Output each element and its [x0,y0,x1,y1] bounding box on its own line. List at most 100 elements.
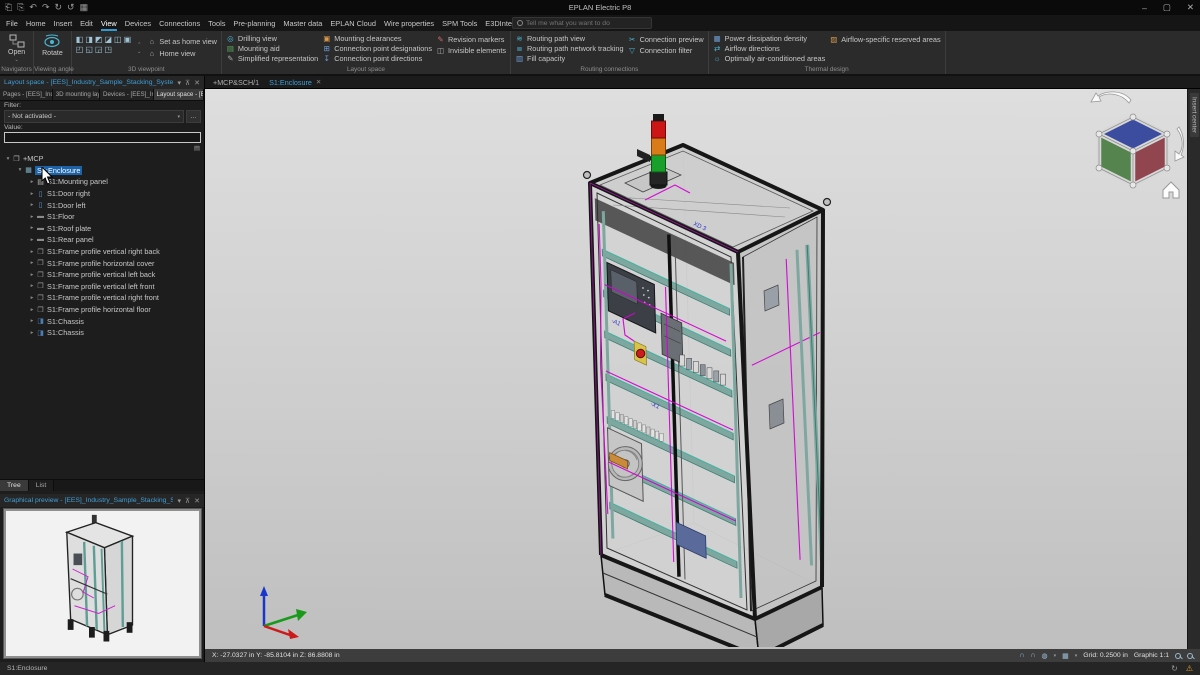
caret-collapsed-icon[interactable]: ▸ [28,237,36,243]
tree-root-mcp[interactable]: ▾ ❒ +MCP [0,153,204,165]
viewpoint-icon-3[interactable]: ◩ [95,35,103,44]
tree-item-floor[interactable]: ▸ ▬ S1:Floor [0,211,204,223]
home-view-button[interactable]: ⌂ Home view [147,48,217,58]
tree-item-rear-panel[interactable]: ▸ ▬ S1:Rear panel [0,234,204,246]
viewpoint-icon-9[interactable]: ◲ [95,45,103,54]
menu-insert[interactable]: Insert [50,15,76,31]
caret-expanded-icon[interactable]: ▾ [16,167,24,173]
mounting-aid-button[interactable]: ▤ Mounting aid [226,44,318,53]
menu-spm-tools[interactable]: SPM Tools [438,15,481,31]
menu-view[interactable]: View [97,15,121,31]
connection-point-directions-button[interactable]: ↧ Connection point directions [322,54,432,63]
snap-icon[interactable]: ∩ [1019,652,1024,659]
menu-pre-planning[interactable]: Pre-planning [229,15,279,31]
caret-collapsed-icon[interactable]: ▸ [28,283,36,289]
simplified-representation-button[interactable]: ✎ Simplified representation [226,54,318,63]
caret-collapsed-icon[interactable]: ▸ [28,318,36,324]
airflow-specific-reserved-areas-button[interactable]: ▨ Airflow-specific reserved areas [829,34,940,44]
connection-preview-button[interactable]: ✂ Connection preview [628,34,704,44]
tree-item-door-left[interactable]: ▸ ▯ S1:Door left [0,199,204,211]
grid-size-value[interactable]: Grid: 0.2500 in [1083,652,1128,659]
graphic-scale-value[interactable]: Graphic 1:1 [1134,652,1169,659]
menu-file[interactable]: File [2,15,22,31]
menu-home[interactable]: Home [22,15,50,31]
tab-tree[interactable]: Tree [0,480,29,491]
tab-layout-space-group[interactable]: +MCP&SCH/1 [213,78,259,87]
rotate-button[interactable]: Rotate [38,34,67,63]
viewpoint-icon-7[interactable]: ◰ [76,45,84,54]
viewpoint-icon-4[interactable]: ◪ [104,35,112,44]
tree-item-chassis[interactable]: ▸ ◨ S1:Chassis [0,315,204,327]
tab-list[interactable]: List [29,480,55,491]
menu-devices[interactable]: Devices [121,15,155,31]
tab-pages[interactable]: Pages - [EES]_Ind... [0,89,53,100]
menu-tools[interactable]: Tools [204,15,229,31]
drilling-view-button[interactable]: ◎ Drilling view [226,34,318,43]
invisible-elements-button[interactable]: ◫ Invisible elements [436,45,506,55]
connection-point-designations-button[interactable]: ⊞ Connection point designations [322,44,432,53]
caret-collapsed-icon[interactable]: ▸ [28,202,36,208]
viewpoint-icon-8[interactable]: ◱ [85,45,93,54]
maximize-button[interactable]: ▢ [1163,2,1171,13]
viewpoint-icon-1[interactable]: ◧ [76,35,84,44]
tree-item-mounting-panel[interactable]: ▸ ▤ S1:Mounting panel [0,176,204,188]
tree-item-door-right[interactable]: ▸ ▯ S1:Door right [0,188,204,200]
insert-center-tab[interactable]: Insert center [1190,93,1199,137]
filter-browse-button[interactable]: ... [186,110,201,123]
fill-capacity-button[interactable]: ▥ Fill capacity [515,54,624,63]
object-snap-icon[interactable]: ∩ [1030,652,1035,659]
revision-markers-button[interactable]: ✎ Revision markers [436,34,506,44]
panel-pin-icon[interactable]: ⊼ [185,79,190,87]
viewpoint-icon-2[interactable]: ◨ [85,35,93,44]
panel-dropdown-icon[interactable]: ▾ [177,497,181,505]
caret-collapsed-icon[interactable]: ▸ [28,260,36,266]
viewpoint-icon-10[interactable]: ◳ [104,45,112,54]
navigation-cube[interactable] [1083,91,1187,201]
caret-collapsed-icon[interactable]: ▸ [28,249,36,255]
search-input[interactable] [526,20,647,27]
tree-item-roof-plate[interactable]: ▸ ▬ S1:Roof plate [0,223,204,235]
layout-panel-header[interactable]: Layout space - [EES]_Industry_Sample_Sta… [0,76,204,89]
mounting-clearances-button[interactable]: ▣ Mounting clearances [322,34,432,43]
grid-caret-icon[interactable]: ▾ [1075,653,1078,659]
caret-expanded-icon[interactable]: ▾ [4,156,12,162]
coordinate-system-caret-icon[interactable]: ▾ [1054,653,1057,659]
tree-item-frame-profile[interactable]: ▸ ❒ S1:Frame profile vertical left back [0,269,204,281]
filter-dropdown[interactable]: - Not activated - ▾ [4,110,184,123]
scroll-up-icon[interactable]: ⌃ [137,42,141,48]
menu-eplan-cloud[interactable]: EPLAN Cloud [326,15,380,31]
rotate-left-arrow-icon[interactable] [1091,92,1131,103]
minimize-button[interactable]: – [1142,3,1147,13]
scroll-down-icon[interactable]: ⌄ [137,49,141,55]
rotate-vertical-arrow-icon[interactable] [1175,127,1184,161]
routing-path-view-button[interactable]: ≋ Routing path view [515,34,624,43]
connection-filter-button[interactable]: ▽ Connection filter [628,45,704,55]
caret-collapsed-icon[interactable]: ▸ [28,272,36,278]
tab-devices[interactable]: Devices - [EES]_In... [100,89,154,100]
open-button[interactable]: Open ⌄ [4,34,29,63]
caret-collapsed-icon[interactable]: ▸ [28,307,36,313]
caret-collapsed-icon[interactable]: ▸ [28,330,36,336]
close-button[interactable]: ✕ [1187,2,1194,13]
panel-close-icon[interactable]: ✕ [194,497,200,505]
tree-item-frame-profile[interactable]: ▸ ❒ S1:Frame profile horizontal floor [0,304,204,316]
panel-pin-icon[interactable]: ⊼ [185,497,190,505]
tree-item-frame-profile[interactable]: ▸ ❒ S1:Frame profile vertical right back [0,246,204,258]
menu-wire-properties[interactable]: Wire properties [380,15,438,31]
tree-item-chassis[interactable]: ▸ ◨ S1:Chassis [0,327,204,339]
tree-item-frame-profile[interactable]: ▸ ❒ S1:Frame profile vertical left front [0,281,204,293]
caret-collapsed-icon[interactable]: ▸ [28,225,36,231]
tab-close-icon[interactable]: ✕ [316,78,321,86]
viewpoint-icon-5[interactable]: ◫ [114,35,122,44]
tree-item-enclosure[interactable]: ▾ ▦ S1:Enclosure [0,165,204,177]
grid-icon[interactable]: ▦ [1062,652,1069,660]
tree-item-frame-profile[interactable]: ▸ ❒ S1:Frame profile vertical right fron… [0,292,204,304]
airflow-directions-button[interactable]: ⇄ Airflow directions [713,44,826,53]
panel-close-icon[interactable]: ✕ [194,79,200,87]
refresh-icon[interactable]: ↻ [1171,664,1178,673]
menu-edit[interactable]: Edit [76,15,97,31]
set-as-home-view-button[interactable]: ⌂ Set as home view [147,36,217,46]
tab-layout-space[interactable]: Layout space - [E... [154,89,204,100]
tree-toolbar-icon[interactable]: ▤ [194,144,200,152]
tab-3d-mounting-layout[interactable]: 3D mounting lay... [53,89,100,100]
